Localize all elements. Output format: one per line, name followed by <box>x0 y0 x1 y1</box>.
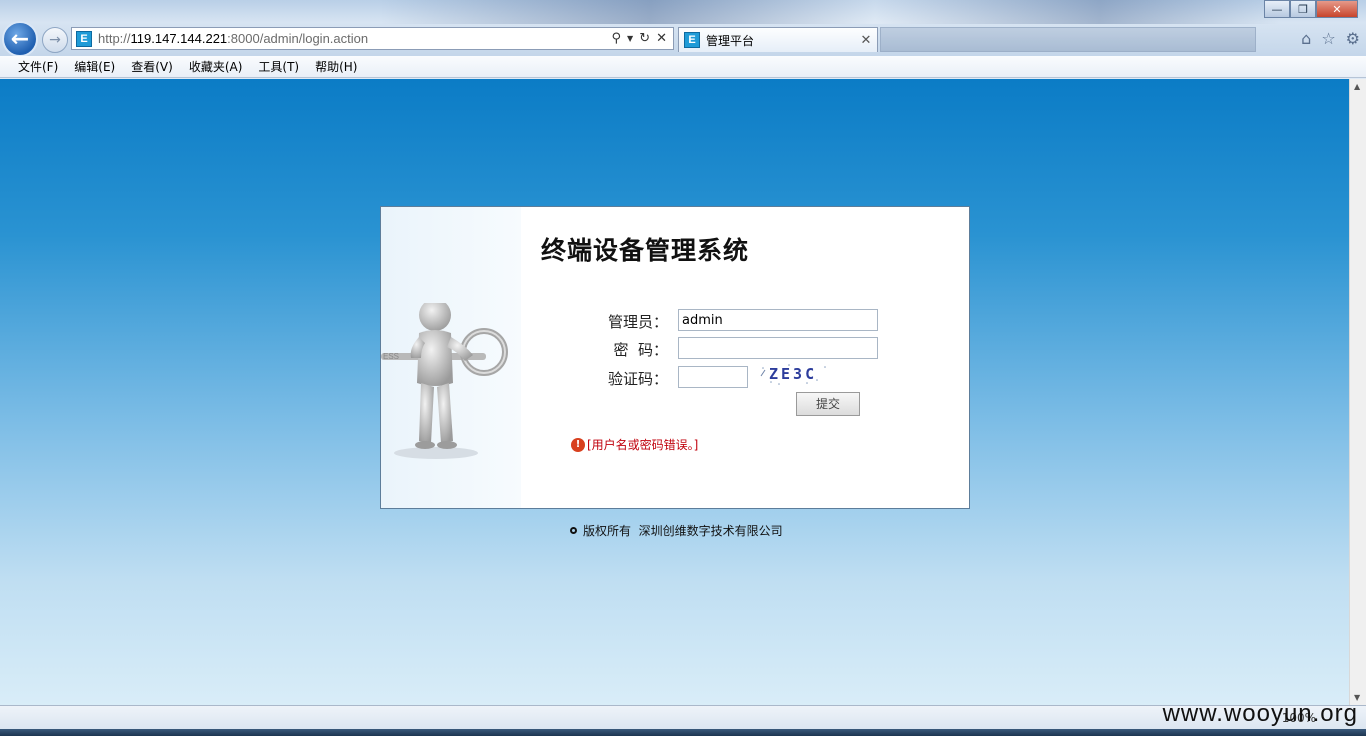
forward-button[interactable]: → <box>42 27 68 53</box>
restore-button[interactable]: ❐ <box>1290 0 1316 18</box>
tab-admin-platform[interactable]: E 管理平台 ✕ <box>678 27 878 52</box>
key-figure-illustration: ESS <box>381 303 508 459</box>
watermark-text: www.wooyun.org <box>1162 700 1358 727</box>
forward-arrow-icon: → <box>49 32 61 48</box>
admin-username-input[interactable] <box>678 309 878 331</box>
captcha-input[interactable] <box>678 366 748 388</box>
status-bar: 100% www.wooyun.org <box>0 700 1366 729</box>
menu-item-view[interactable]: 查看(V) <box>123 58 181 75</box>
captcha-label: 验证码： <box>607 370 668 388</box>
windows-taskbar <box>0 729 1366 736</box>
stop-icon[interactable]: ✕ <box>656 31 667 46</box>
password-input[interactable] <box>678 337 878 359</box>
back-button[interactable]: ← <box>2 21 38 57</box>
key-shaft-text: ESS <box>383 352 399 361</box>
page-viewport: ESS 终端设备管理系统 管理员： 密 码： <box>0 79 1349 705</box>
menu-item-favorites[interactable]: 收藏夹(A) <box>181 58 251 75</box>
copyright-text: 版权所有 深圳创维数字技术有限公司 <box>583 524 783 538</box>
login-illustration-panel: ESS <box>381 207 521 508</box>
favorites-star-icon[interactable]: ☆ <box>1321 29 1335 48</box>
url-scheme: http:// <box>98 31 131 46</box>
close-window-button[interactable]: ✕ <box>1316 0 1358 18</box>
minimize-button[interactable]: — <box>1264 0 1290 18</box>
url-path: :8000/admin/login.action <box>227 31 369 46</box>
captcha-text: ZE3C <box>769 365 817 383</box>
error-message: [用户名或密码错误。] <box>587 438 699 452</box>
captcha-image[interactable]: ZE3C <box>759 362 831 386</box>
copyright-footer: 版权所有 深圳创维数字技术有限公司 <box>570 522 783 539</box>
menu-bar: 文件(F) 编辑(E) 查看(V) 收藏夹(A) 工具(T) 帮助(H) <box>0 56 1366 78</box>
address-bar[interactable]: E http://119.147.144.221:8000/admin/logi… <box>71 27 674 50</box>
refresh-icon[interactable]: ↻ <box>639 31 650 46</box>
login-error: ! [用户名或密码错误。] <box>571 436 698 453</box>
submit-button[interactable]: 提交 <box>796 392 860 416</box>
login-panel: ESS 终端设备管理系统 管理员： 密 码： <box>380 206 970 509</box>
menu-item-tools[interactable]: 工具(T) <box>250 58 307 75</box>
url-text[interactable]: http://119.147.144.221:8000/admin/login.… <box>98 31 612 46</box>
tab-close-icon[interactable]: ✕ <box>858 33 874 48</box>
menu-item-file[interactable]: 文件(F) <box>10 58 66 75</box>
vertical-scrollbar[interactable]: ▲ ▼ <box>1349 79 1366 705</box>
site-favicon-icon: E <box>76 30 92 47</box>
browser-titlebar: ← → E http://119.147.144.221:8000/admin/… <box>0 0 1366 57</box>
error-icon: ! <box>571 437 585 452</box>
bullet-icon <box>570 527 577 534</box>
password-label: 密 码： <box>613 341 668 359</box>
search-icon[interactable]: ⚲ <box>612 31 622 46</box>
gear-icon[interactable]: ⚙ <box>1346 29 1360 48</box>
dropdown-arrow-icon[interactable]: ▼ <box>627 34 633 43</box>
url-host: 119.147.144.221 <box>130 31 228 46</box>
scroll-up-icon[interactable]: ▲ <box>1354 82 1360 91</box>
back-arrow-icon: ← <box>10 26 30 52</box>
titlebar-background <box>380 0 1280 24</box>
home-icon[interactable]: ⌂ <box>1301 29 1311 48</box>
tab-favicon-icon: E <box>684 32 700 48</box>
menu-item-help[interactable]: 帮助(H) <box>307 58 365 75</box>
background-tabs[interactable] <box>880 27 1256 52</box>
admin-label: 管理员： <box>607 313 668 331</box>
tab-title: 管理平台 <box>706 33 755 48</box>
system-title: 终端设备管理系统 <box>541 236 750 265</box>
menu-item-edit[interactable]: 编辑(E) <box>66 58 123 75</box>
